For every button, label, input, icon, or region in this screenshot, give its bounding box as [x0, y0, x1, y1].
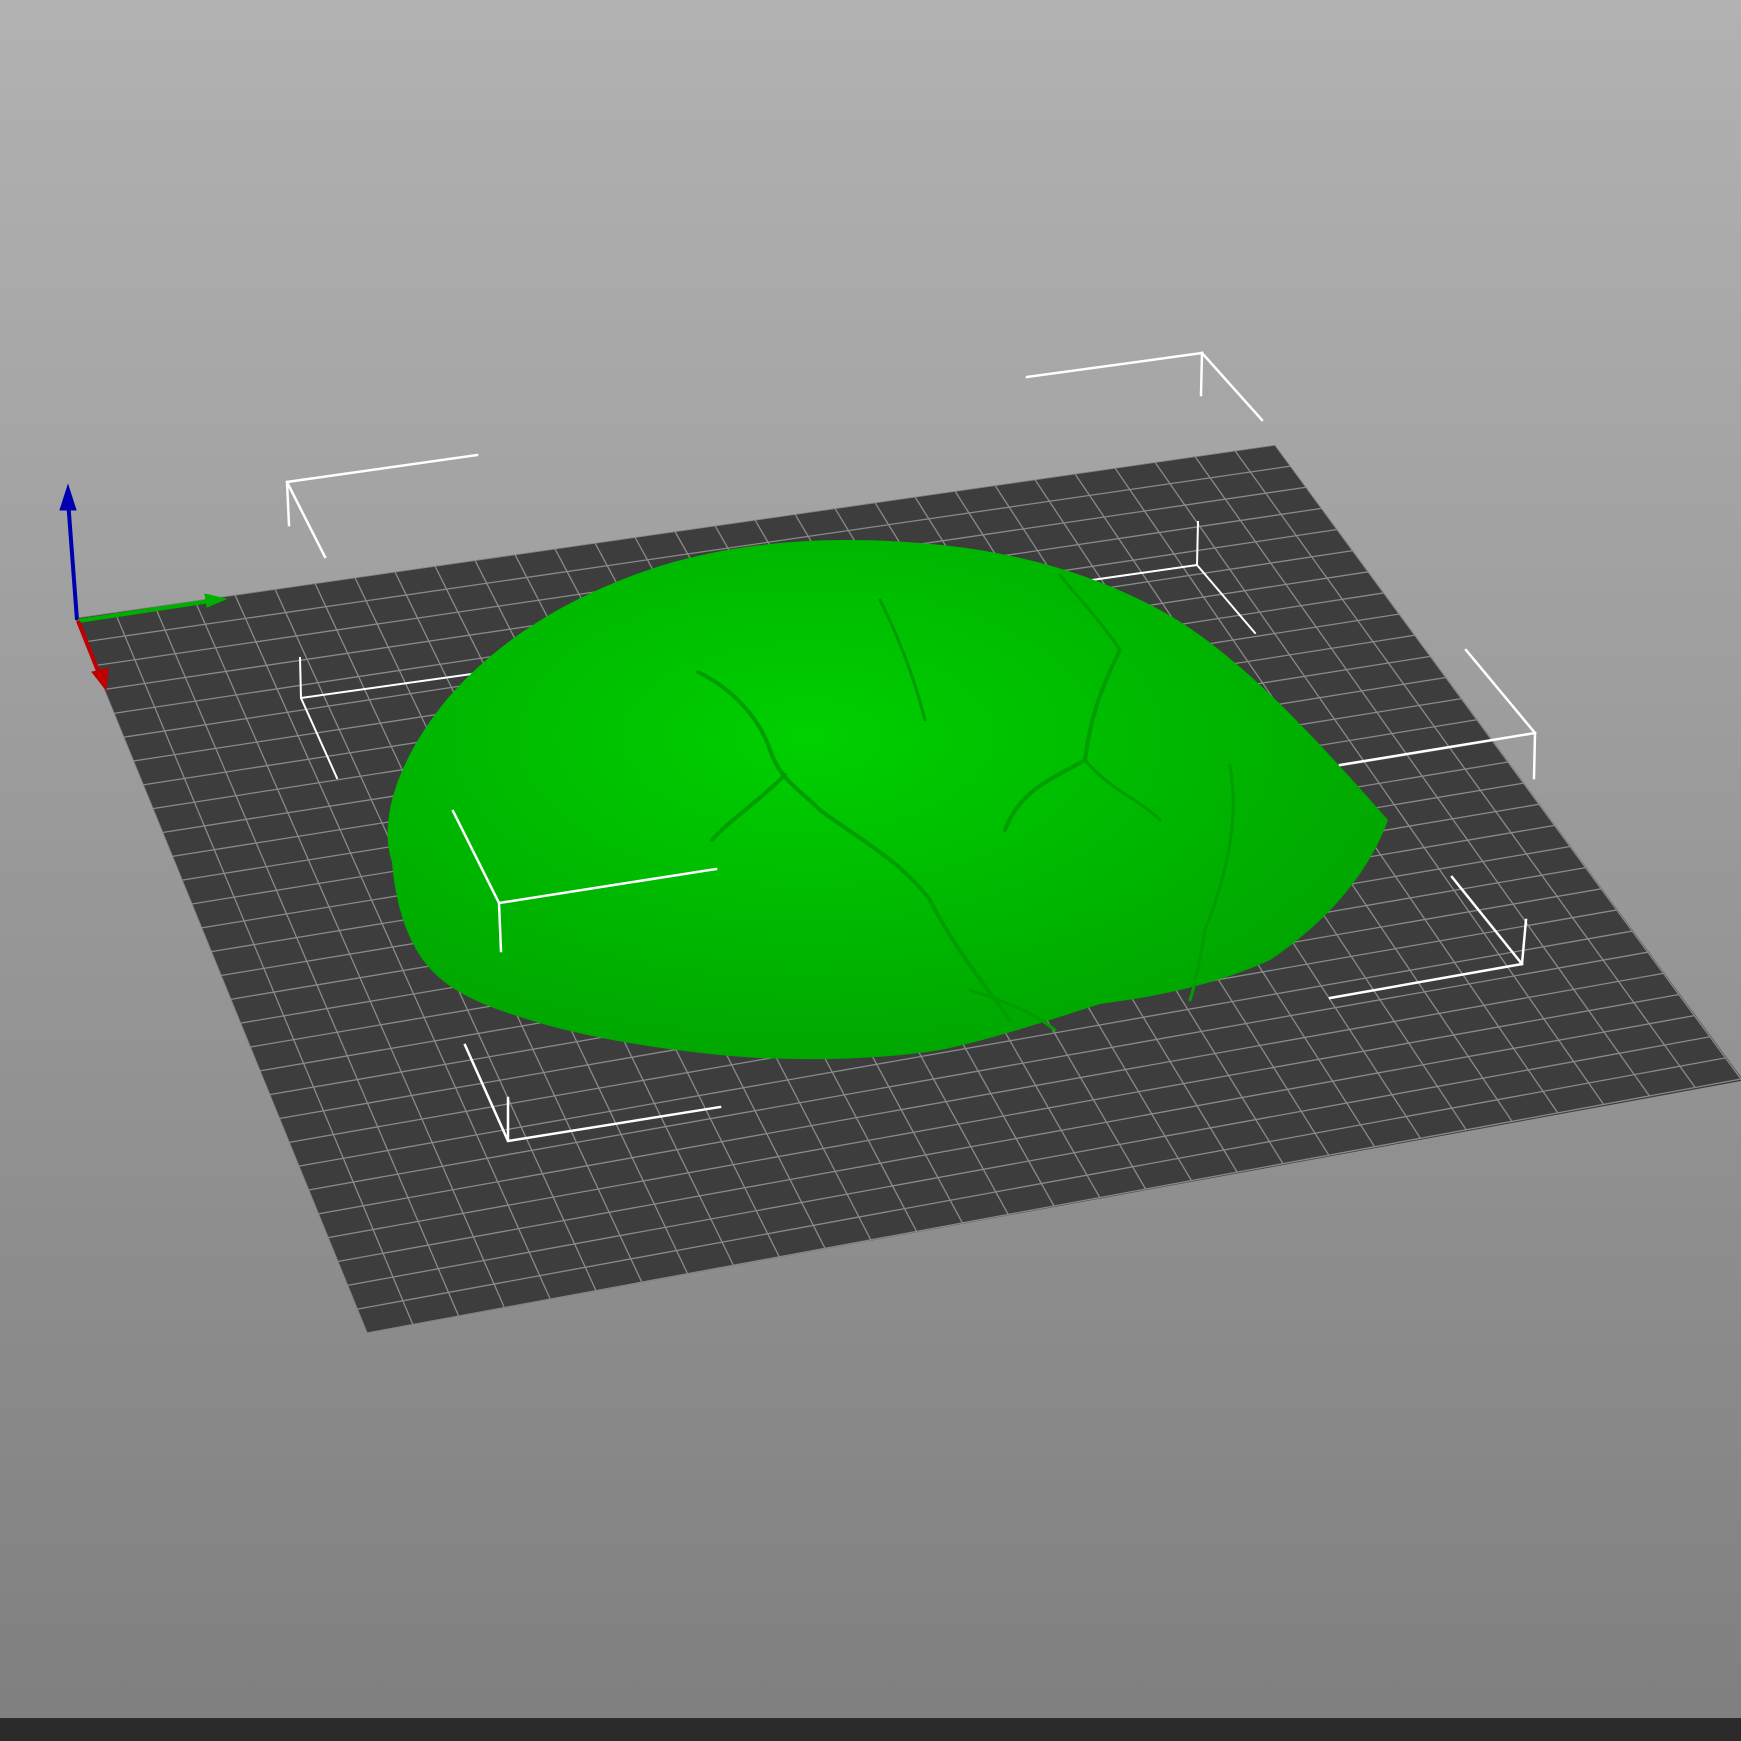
status-bar	[0, 1718, 1741, 1741]
viewport-canvas[interactable]	[0, 0, 1741, 1741]
3d-viewport[interactable]	[0, 0, 1741, 1741]
